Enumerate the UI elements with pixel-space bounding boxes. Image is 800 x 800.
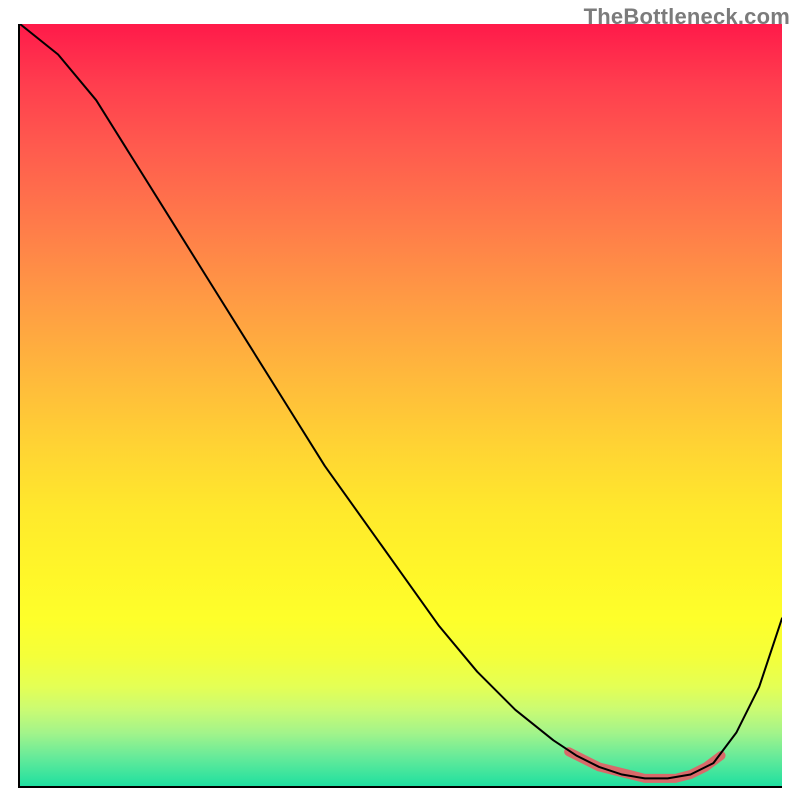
chart-container: TheBottleneck.com [0,0,800,800]
highlight-region [569,752,721,779]
bottleneck-curve [20,24,782,778]
plot-area [18,24,782,788]
curve-svg [20,24,782,786]
